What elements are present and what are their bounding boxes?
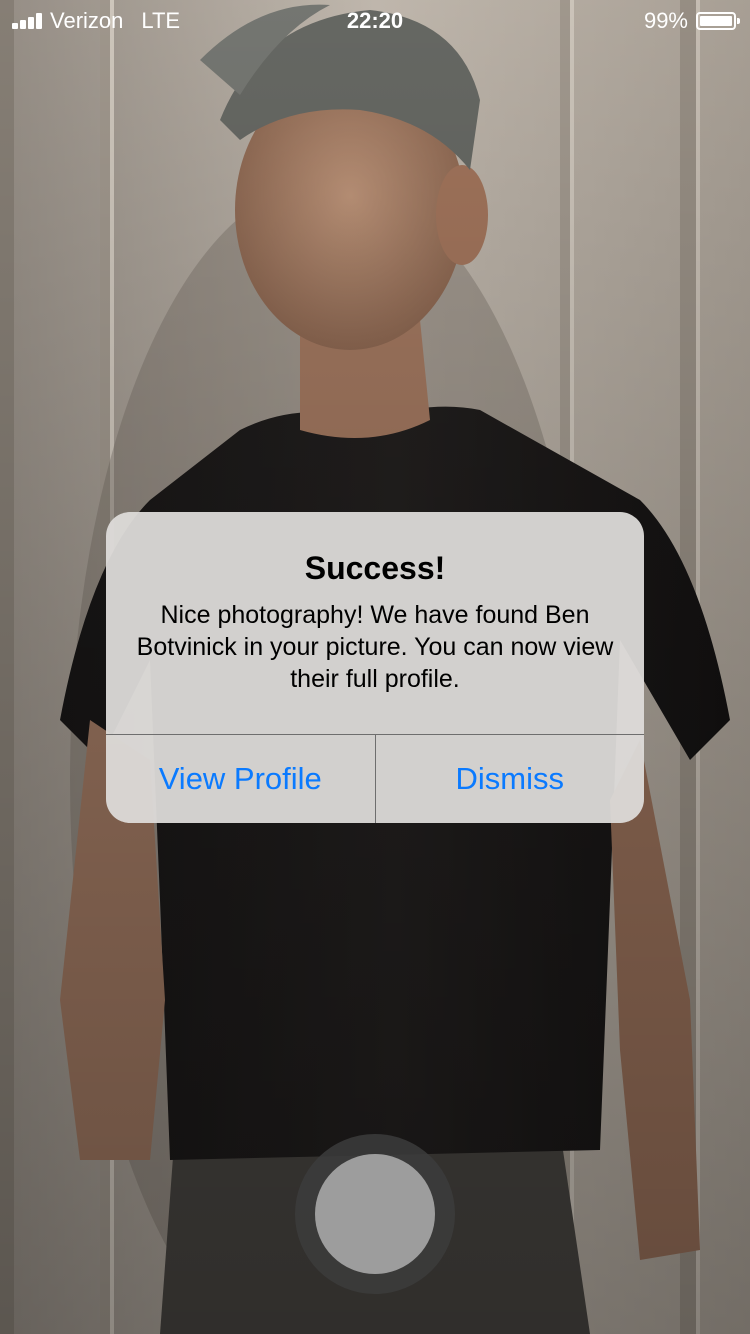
battery-percent: 99% (643, 8, 688, 33)
alert-actions: View Profile Dismiss (106, 734, 644, 823)
status-right: 99% (643, 8, 740, 34)
status-bar: Verizon LTE 22:20 99% (0, 0, 750, 40)
alert-message: Nice photography! We have found Ben Botv… (136, 601, 614, 693)
status-time: 22:20 (346, 8, 404, 33)
alert-body: Success! Nice photography! We have found… (106, 512, 644, 734)
view-profile-button[interactable]: View Profile (106, 735, 375, 823)
shutter-ring (295, 1134, 455, 1294)
alert-title: Success! (304, 550, 446, 586)
camera-screen: Verizon LTE 22:20 99% Success! Nice phot… (0, 0, 750, 1334)
success-alert: Success! Nice photography! We have found… (106, 512, 644, 823)
battery-icon (696, 12, 740, 30)
shutter-button[interactable] (315, 1154, 435, 1274)
dismiss-button[interactable]: Dismiss (376, 735, 645, 823)
